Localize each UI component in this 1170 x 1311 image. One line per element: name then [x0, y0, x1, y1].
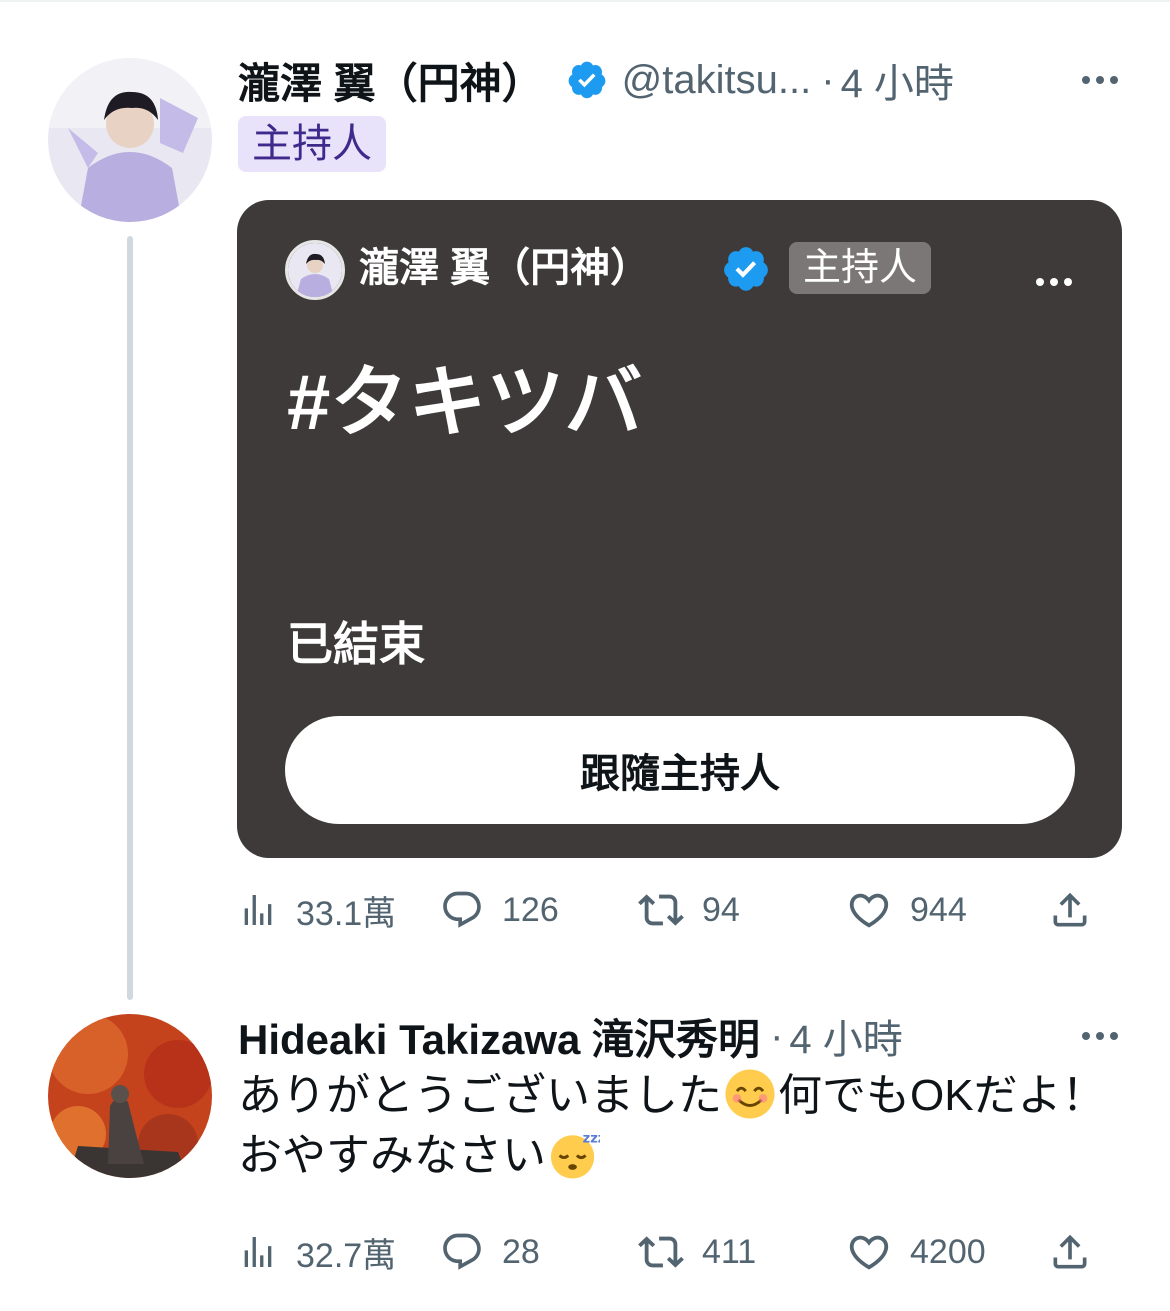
- space-host-badge: 主持人: [789, 242, 932, 294]
- tweet-header: Hideaki Takizawa 滝沢秀明 · 4 小時: [238, 1008, 903, 1064]
- tweet-header: 瀧澤 翼（円神） @takitsu... · 4 小時: [238, 50, 954, 110]
- more-options-icon[interactable]: [1082, 76, 1118, 84]
- separator-dot: ·: [770, 1013, 784, 1058]
- follow-host-button[interactable]: 跟隨主持人: [285, 716, 1075, 824]
- tweet-action-bar: 32.7萬 28 411 4200: [238, 1222, 1098, 1282]
- verified-badge-icon: [568, 61, 606, 99]
- share-action[interactable]: [1048, 1222, 1092, 1282]
- verified-badge-icon: [724, 247, 768, 291]
- space-title: #タキツバ: [287, 358, 643, 446]
- host-role-pill: 主持人: [238, 116, 386, 172]
- space-card[interactable]: 瀧澤 翼（円神） 主持人 #タキツバ 已結束 跟隨主持人: [237, 200, 1122, 858]
- smiling-face-emoji-icon: [725, 1069, 775, 1119]
- space-host-name: 瀧澤 翼（円神）: [359, 246, 651, 290]
- analytics-icon: [244, 1237, 272, 1267]
- thread-connector-line: [127, 236, 133, 1000]
- analytics-icon: [244, 895, 272, 925]
- like-action[interactable]: 4200: [846, 1222, 986, 1282]
- views-action[interactable]: 33.1萬: [238, 880, 396, 940]
- space-more-options-icon[interactable]: [1036, 278, 1072, 286]
- tweet-text: ありがとうございました何でもOKだよ！おやすみなさいzzz: [238, 1066, 1118, 1186]
- views-action[interactable]: 32.7萬: [238, 1222, 396, 1282]
- reply-action[interactable]: 28: [440, 1222, 540, 1282]
- tweet-text-part: ありがとうございました: [238, 1071, 722, 1120]
- sleeping-face-emoji-icon: zzz: [550, 1131, 600, 1179]
- more-options-icon[interactable]: [1082, 1032, 1118, 1040]
- svg-text:zzz: zzz: [583, 1131, 600, 1146]
- share-icon: [1053, 1234, 1087, 1269]
- heart-icon: [849, 1235, 889, 1270]
- heart-icon: [849, 893, 889, 928]
- share-action[interactable]: [1048, 880, 1092, 940]
- space-host-avatar: [285, 240, 345, 300]
- avatar[interactable]: [48, 1014, 212, 1178]
- top-divider: [0, 0, 1170, 2]
- retweet-icon: [638, 894, 684, 926]
- space-status: 已結束: [287, 618, 425, 670]
- views-count: 33.1萬: [296, 894, 397, 933]
- share-icon: [1053, 892, 1087, 927]
- retweet-count: 94: [702, 890, 740, 929]
- author-name[interactable]: 瀧澤 翼（円神）: [238, 50, 544, 111]
- timestamp[interactable]: 4 小時: [789, 1007, 902, 1065]
- reply-count: 126: [502, 890, 559, 929]
- tweet-action-bar: 33.1萬 126 94 944: [238, 880, 1098, 940]
- timestamp[interactable]: 4 小時: [841, 51, 954, 109]
- separator-dot: ·: [821, 57, 835, 102]
- like-count: 4200: [910, 1232, 986, 1271]
- reply-icon: [443, 1233, 481, 1270]
- avatar[interactable]: [48, 58, 212, 222]
- author-name[interactable]: Hideaki Takizawa 滝沢秀明: [238, 1006, 760, 1067]
- reply-count: 28: [502, 1232, 540, 1271]
- reply-icon: [443, 891, 481, 928]
- reply-action[interactable]: 126: [440, 880, 559, 940]
- views-count: 32.7萬: [296, 1236, 397, 1275]
- like-count: 944: [910, 890, 967, 929]
- retweet-icon: [638, 1236, 684, 1268]
- author-handle[interactable]: @takitsu...: [622, 58, 812, 103]
- retweet-count: 411: [702, 1232, 757, 1271]
- retweet-action[interactable]: 94: [638, 880, 740, 940]
- like-action[interactable]: 944: [846, 880, 967, 940]
- retweet-action[interactable]: 411: [638, 1222, 756, 1282]
